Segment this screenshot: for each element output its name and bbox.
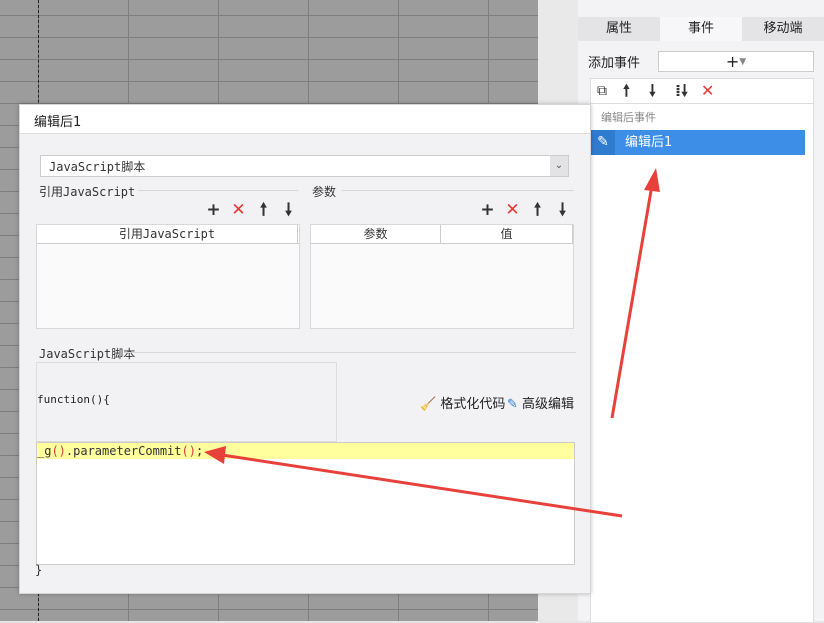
- arrow-to-event-item: [610, 184, 654, 419]
- arrowhead-left: [204, 446, 226, 464]
- arrow-to-code-line: [221, 453, 623, 518]
- annotation-arrows: [204, 168, 660, 518]
- arrowhead-up: [644, 168, 660, 192]
